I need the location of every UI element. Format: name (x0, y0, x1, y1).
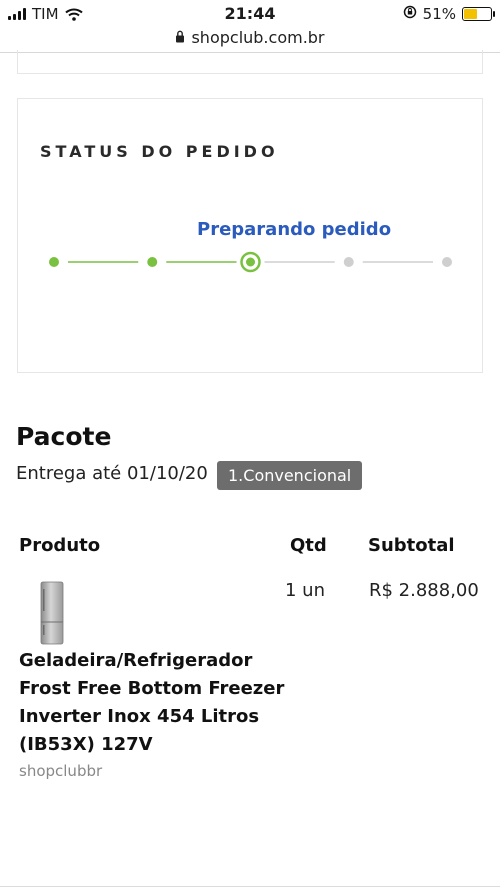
current-status-label: Preparando pedido (197, 219, 392, 240)
order-status-card: STATUS DO PEDIDO Preparando pedido (17, 98, 483, 373)
product-seller: shopclubbr (19, 762, 103, 780)
product-subtotal: R$ 2.888,00 (369, 580, 479, 601)
column-header-subtotal: Subtotal (368, 535, 455, 556)
refrigerator-image[interactable] (39, 581, 65, 645)
battery-percent: 51% (422, 5, 456, 23)
previous-card (17, 50, 483, 74)
order-status-title: STATUS DO PEDIDO (40, 142, 279, 161)
bottom-toolbar-divider (0, 886, 500, 887)
status-step-4 (343, 257, 354, 267)
lock-icon (175, 28, 185, 47)
status-step-2 (147, 257, 158, 267)
product-qty: 1 un (285, 580, 325, 601)
column-header-qty: Qtd (290, 535, 327, 556)
status-step-1 (49, 257, 59, 267)
product-name-link[interactable]: Geladeira/Refrigerador Frost Free Bottom… (19, 647, 299, 759)
status-progress-track (49, 251, 452, 273)
status-step-current (240, 251, 261, 273)
address-bar[interactable]: shopclub.com.br (0, 24, 500, 50)
shipping-method-badge: 1.Convencional (217, 461, 363, 490)
url-text: shopclub.com.br (191, 27, 325, 47)
battery-level (464, 9, 478, 19)
status-bar-right: 51% (403, 5, 495, 23)
orientation-lock-icon (403, 5, 417, 23)
package-title: Pacote (16, 422, 112, 451)
battery-icon (462, 7, 495, 21)
delivery-date: Entrega até 01/10/20 (16, 463, 208, 484)
column-header-product: Produto (19, 535, 101, 556)
status-step-5 (442, 257, 452, 267)
